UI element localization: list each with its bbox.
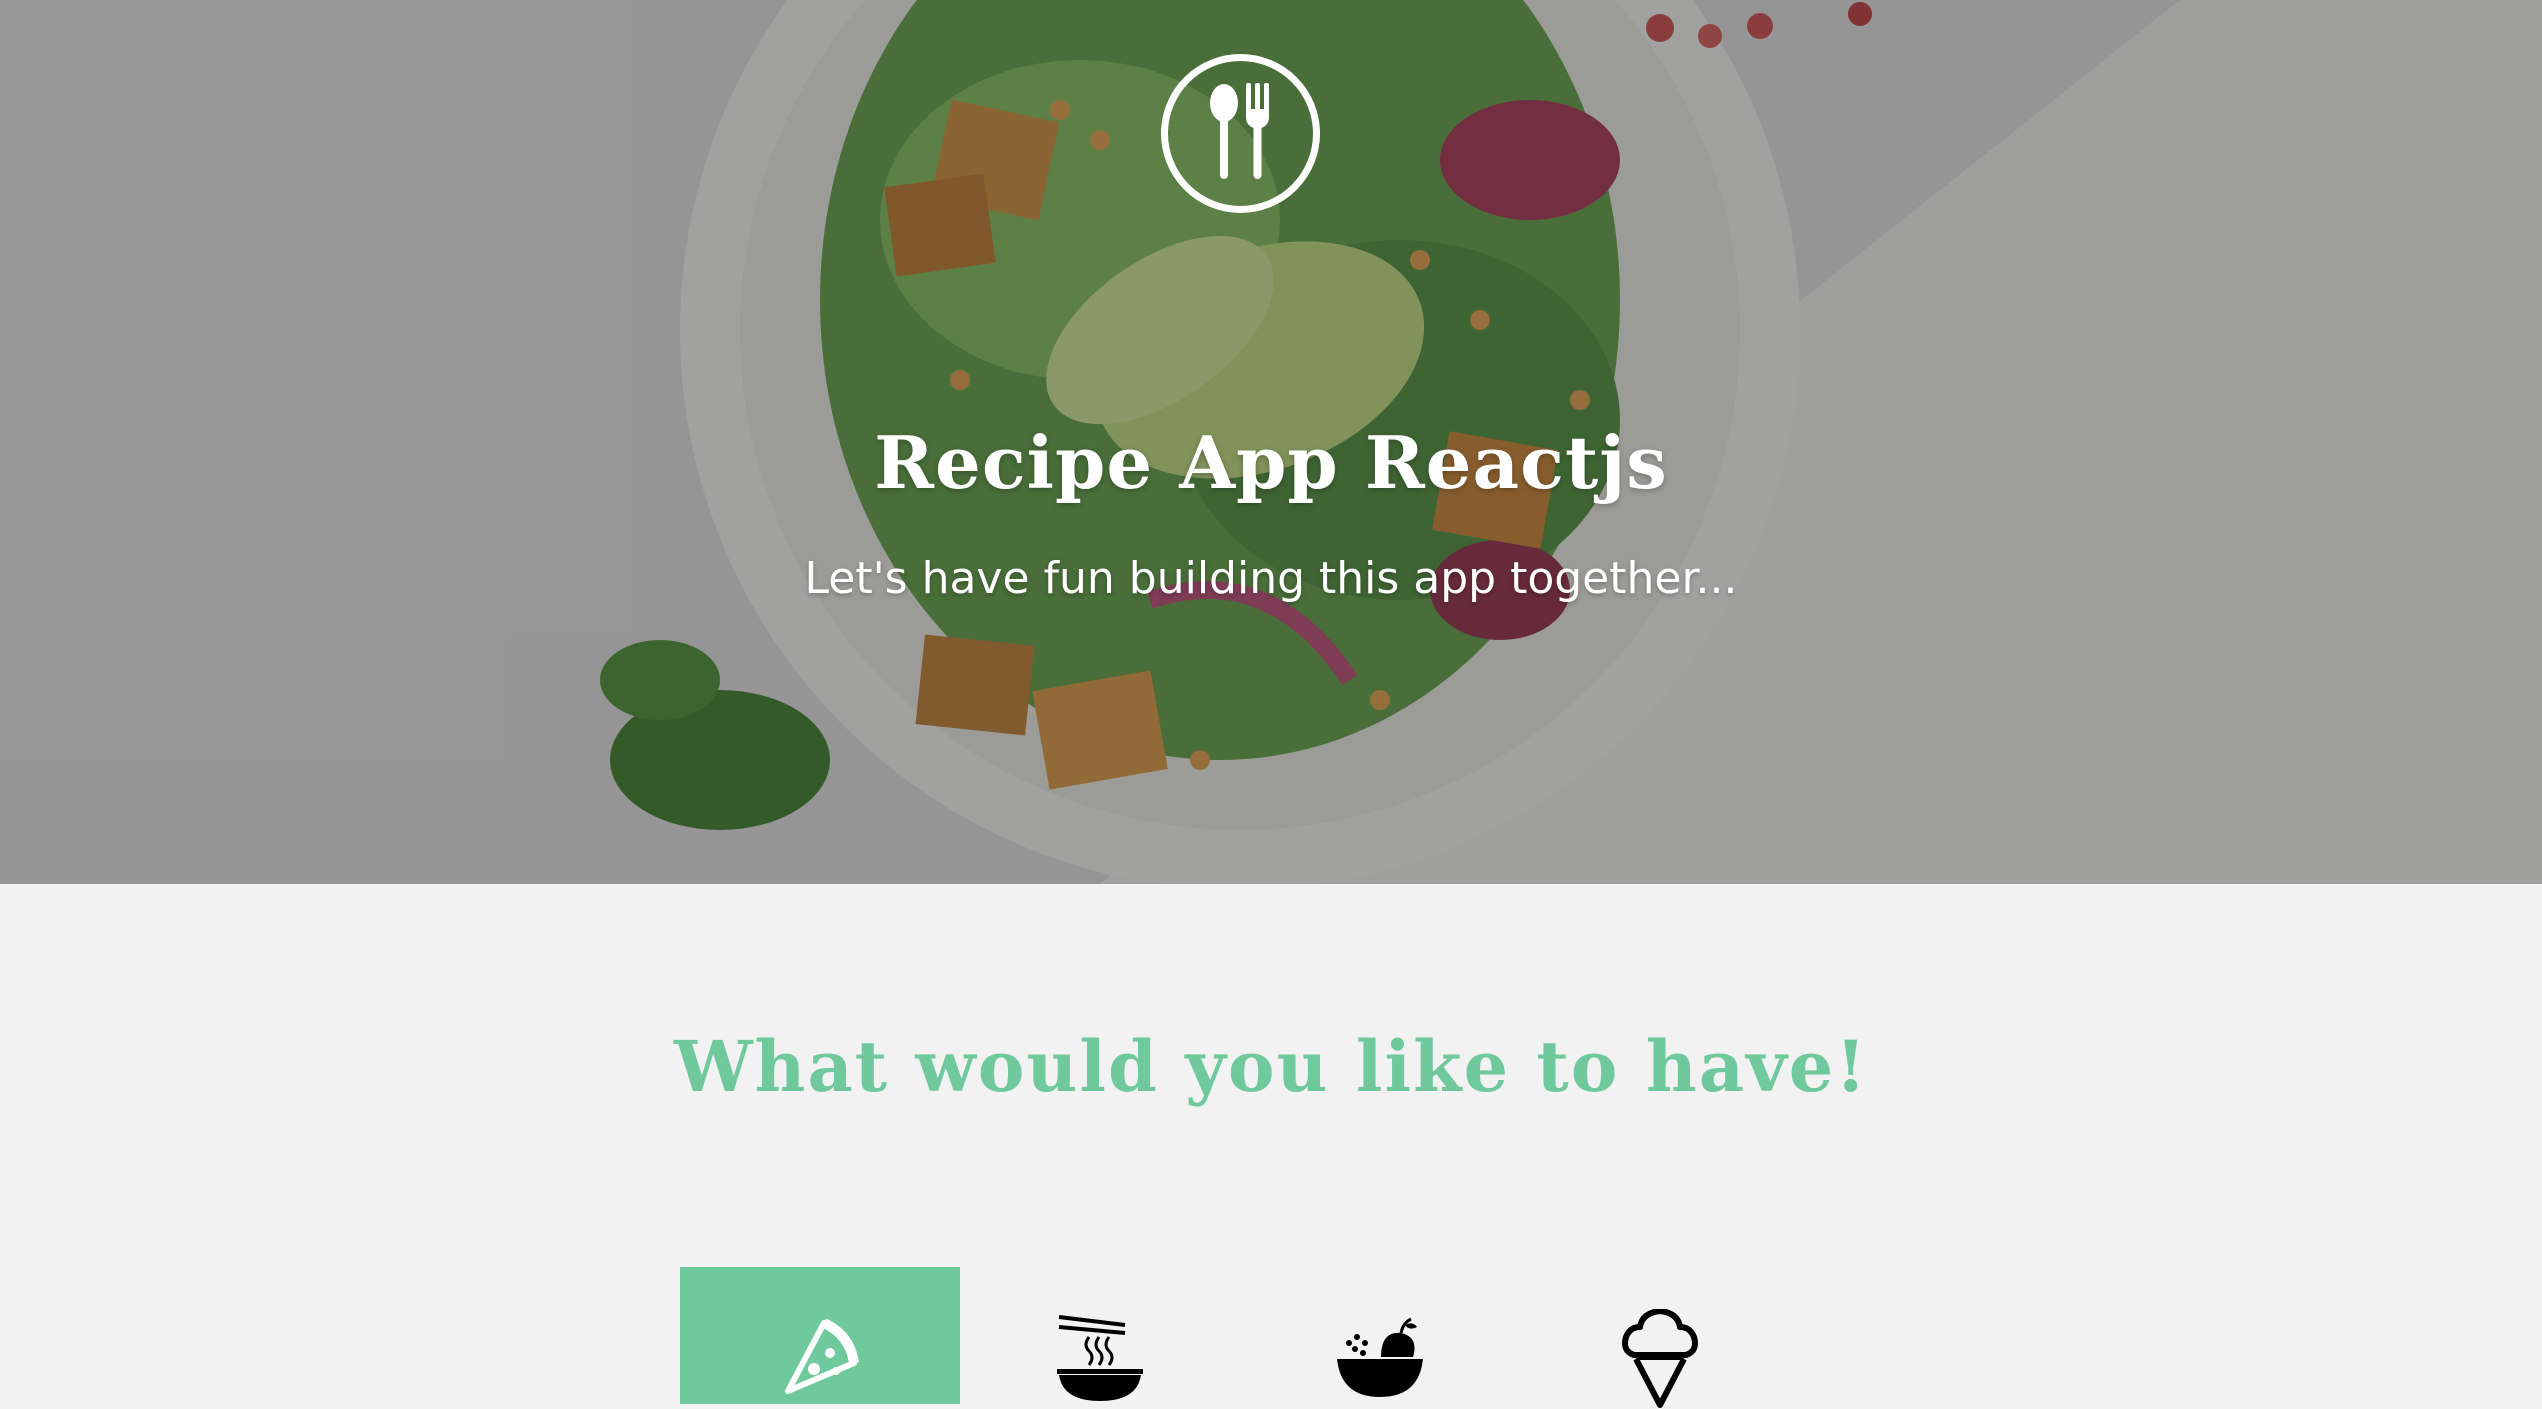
category-pizza[interactable] [680,1267,960,1404]
spoon-fork-icon [1161,54,1320,213]
category-salad[interactable] [1240,1267,1520,1404]
hero-subtitle: Let's have fun building this app togethe… [804,553,1738,604]
hero-banner: Recipe App Reactjs Let's have fun buildi… [0,0,2542,884]
salad-bowl-icon [1337,1317,1423,1397]
ice-cream-icon [1622,1309,1698,1408]
category-dessert[interactable] [1520,1267,1800,1408]
category-tabs [680,1267,1860,1408]
hero-title: Recipe App Reactjs [874,420,1668,505]
noodles-bowl-icon [1057,1315,1143,1401]
section-title: What would you like to have! [673,1025,1869,1108]
category-noodles[interactable] [960,1267,1240,1404]
pizza-icon [785,1318,859,1394]
